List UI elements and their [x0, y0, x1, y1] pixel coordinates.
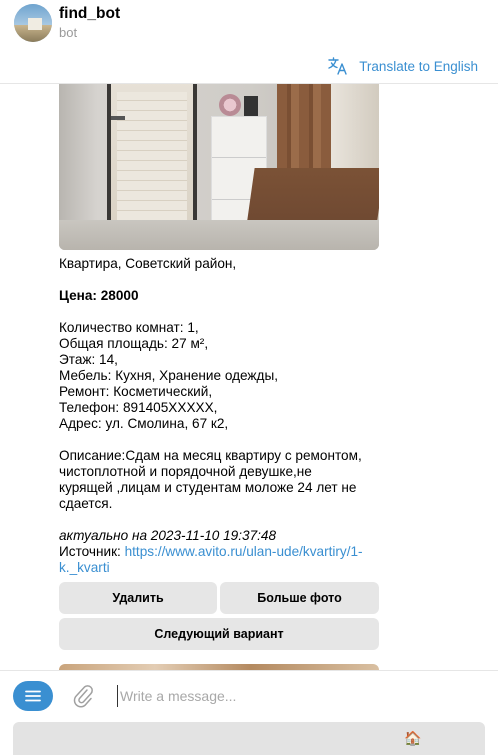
more-photos-button[interactable]: Больше фото: [220, 582, 379, 614]
rooms-line: Количество комнат: 1,: [59, 320, 199, 335]
furniture-line: Мебель: Кухня, Хранение одежды,: [59, 368, 278, 383]
house-icon: 🏠: [404, 730, 422, 746]
source-link-continued[interactable]: k._kvarti: [59, 560, 110, 575]
address-line: Адрес: ул. Смолина, 67 к2,: [59, 416, 229, 431]
actual-timestamp: актуально на 2023-11-10 19:37:48: [59, 528, 277, 543]
message-input[interactable]: [117, 685, 477, 707]
renovation-line: Ремонт: Косметический,: [59, 384, 213, 399]
translate-label: Translate to English: [359, 58, 478, 74]
chat-title[interactable]: find_bot: [59, 5, 120, 23]
bot-keyboard: 🏠: [0, 720, 498, 755]
translate-button[interactable]: Translate to English: [327, 56, 478, 76]
source-label: Источник:: [59, 544, 125, 559]
next-option-button[interactable]: Следующий вариант: [59, 618, 379, 650]
attach-icon[interactable]: [72, 683, 94, 714]
floor-line: Этаж: 14,: [59, 352, 118, 367]
description-line-3: курящей ,лицам и студентам моложе 24 лет…: [59, 480, 357, 495]
chat-area[interactable]: Квартира, Советский район, Цена: 28000 К…: [0, 84, 498, 670]
translate-icon: [328, 57, 347, 75]
keyboard-home-button[interactable]: 🏠: [13, 722, 485, 755]
message-text: Квартира, Советский район, Цена: 28000 К…: [59, 256, 377, 576]
area-line: Общая площадь: 27 м²,: [59, 336, 209, 351]
menu-icon: [25, 690, 41, 702]
chat-header: find_bot bot: [0, 0, 498, 48]
phone-line: Телефон: 891405XXXXX,: [59, 400, 218, 415]
bot-avatar[interactable]: [14, 4, 52, 42]
district-line: Квартира, Советский район,: [59, 256, 237, 271]
bot-menu-button[interactable]: [13, 681, 53, 711]
source-link[interactable]: https://www.avito.ru/ulan-ude/kvartiry/1…: [125, 544, 363, 559]
description-line-2: чистоплотной и порядочной девушке,не: [59, 464, 312, 479]
description-line-4: сдается.: [59, 496, 113, 511]
translate-bar: Translate to English: [0, 48, 498, 84]
price-line: Цена: 28000: [59, 288, 139, 303]
description-line-1: Описание:Сдам на месяц квартиру с ремонт…: [59, 448, 362, 463]
chat-subtitle: bot: [59, 25, 78, 40]
delete-button[interactable]: Удалить: [59, 582, 217, 614]
compose-bar: [0, 670, 498, 720]
apartment-photo[interactable]: [59, 84, 379, 250]
